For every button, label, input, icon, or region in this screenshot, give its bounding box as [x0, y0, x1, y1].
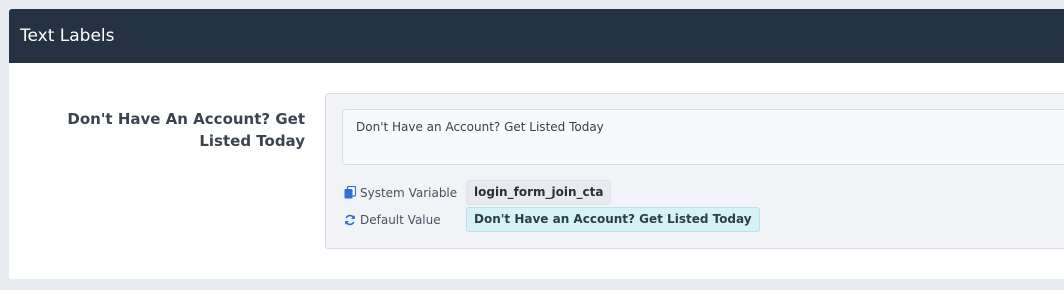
refresh-icon[interactable] — [343, 213, 356, 226]
default-value-label: Default Value — [360, 212, 441, 227]
copy-icon[interactable] — [343, 186, 356, 199]
system-variable-badge[interactable]: login_form_join_cta — [466, 180, 612, 205]
text-labels-panel: Text Labels Don't Have An Account? Get L… — [9, 9, 1064, 279]
system-variable-row: System Variable login_form_join_cta — [343, 180, 612, 205]
field-label: Don't Have An Account? Get Listed Today — [67, 110, 305, 150]
panel-header: Text Labels — [9, 9, 1064, 63]
default-value-badge[interactable]: Don't Have an Account? Get Listed Today — [466, 207, 760, 232]
system-variable-label: System Variable — [360, 185, 458, 200]
panel-title: Text Labels — [20, 26, 115, 46]
field-container: Don't Have an Account? Get Listed Today … — [325, 93, 1064, 249]
text-label-input[interactable]: Don't Have an Account? Get Listed Today — [342, 109, 1064, 165]
default-value-row: Default Value Don't Have an Account? Get… — [343, 207, 760, 232]
